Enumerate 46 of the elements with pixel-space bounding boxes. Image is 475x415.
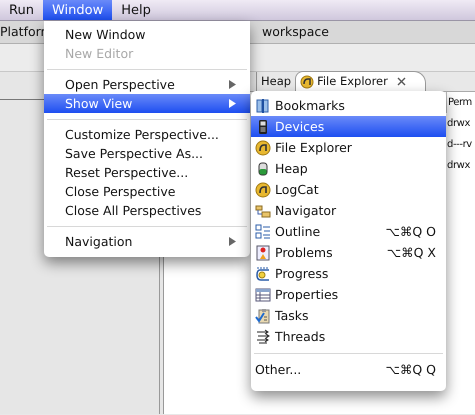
- menu-item[interactable]: Properties: [251, 284, 446, 305]
- menu-item[interactable]: Tasks: [251, 305, 446, 326]
- shortcut-text: ⌥⌘Q O: [385, 223, 436, 241]
- shortcut-text: ⌥⌘Q X: [386, 244, 436, 262]
- threads-icon: [255, 328, 271, 344]
- view-tab[interactable]: File Explorer: [295, 71, 426, 91]
- window-title: workspace: [262, 23, 329, 41]
- table-cell-text: drwx: [446, 117, 471, 131]
- menu-item[interactable]: Other... ⌥⌘Q Q: [251, 359, 446, 380]
- menu-item[interactable]: Reset Perspective...: [44, 163, 250, 182]
- menu-item[interactable]: Threads: [251, 326, 446, 347]
- menu-item[interactable]: Devices: [251, 116, 446, 137]
- menu-item[interactable]: Problems ⌥⌘Q X: [251, 242, 446, 263]
- menu-item[interactable]: Bookmarks: [251, 95, 446, 116]
- circle-logo-icon: [255, 182, 271, 198]
- circle-logo-icon: [300, 74, 314, 88]
- window-title: Platforr: [0, 23, 46, 41]
- clipboard-check-icon: [255, 308, 271, 324]
- menu-bar-item[interactable]: Window: [42, 0, 112, 20]
- menu-bar-item[interactable]: Run: [0, 0, 43, 20]
- menu-item[interactable]: Outline ⌥⌘Q O: [251, 221, 446, 242]
- menu-item[interactable]: New Window: [44, 25, 250, 44]
- shortcut-text: ⌥⌘Q Q: [385, 361, 436, 379]
- circle-logo-icon: [255, 140, 271, 156]
- menu-item[interactable]: Progress: [251, 263, 446, 284]
- menu-item[interactable]: Navigator: [251, 200, 446, 221]
- outline-list-icon: [255, 224, 271, 240]
- menu-item[interactable]: Close All Perspectives: [44, 201, 250, 220]
- close-icon: [396, 76, 407, 87]
- menu-item[interactable]: Open Perspective: [44, 75, 250, 94]
- menu-item[interactable]: Heap: [251, 158, 446, 179]
- menu-item[interactable]: Show View: [44, 94, 250, 113]
- table-cell-text: d---rv: [446, 138, 473, 152]
- table-cell-text: drwx: [446, 159, 471, 173]
- menu-item[interactable]: Navigation: [44, 232, 250, 251]
- table-icon: [255, 286, 271, 302]
- menu-item[interactable]: Save Perspective As...: [44, 144, 250, 163]
- menu-item[interactable]: Customize Perspective...: [44, 125, 250, 144]
- menu-item[interactable]: Close Perspective: [44, 182, 250, 201]
- warning-document-icon: [255, 244, 271, 260]
- menu-item[interactable]: LogCat: [251, 179, 446, 200]
- book-icon: [255, 98, 271, 114]
- menu-bar-item[interactable]: Help: [112, 0, 160, 20]
- folder-tree-icon: [255, 202, 271, 218]
- menu-item[interactable]: File Explorer: [251, 137, 446, 158]
- progress-icon: [255, 266, 271, 282]
